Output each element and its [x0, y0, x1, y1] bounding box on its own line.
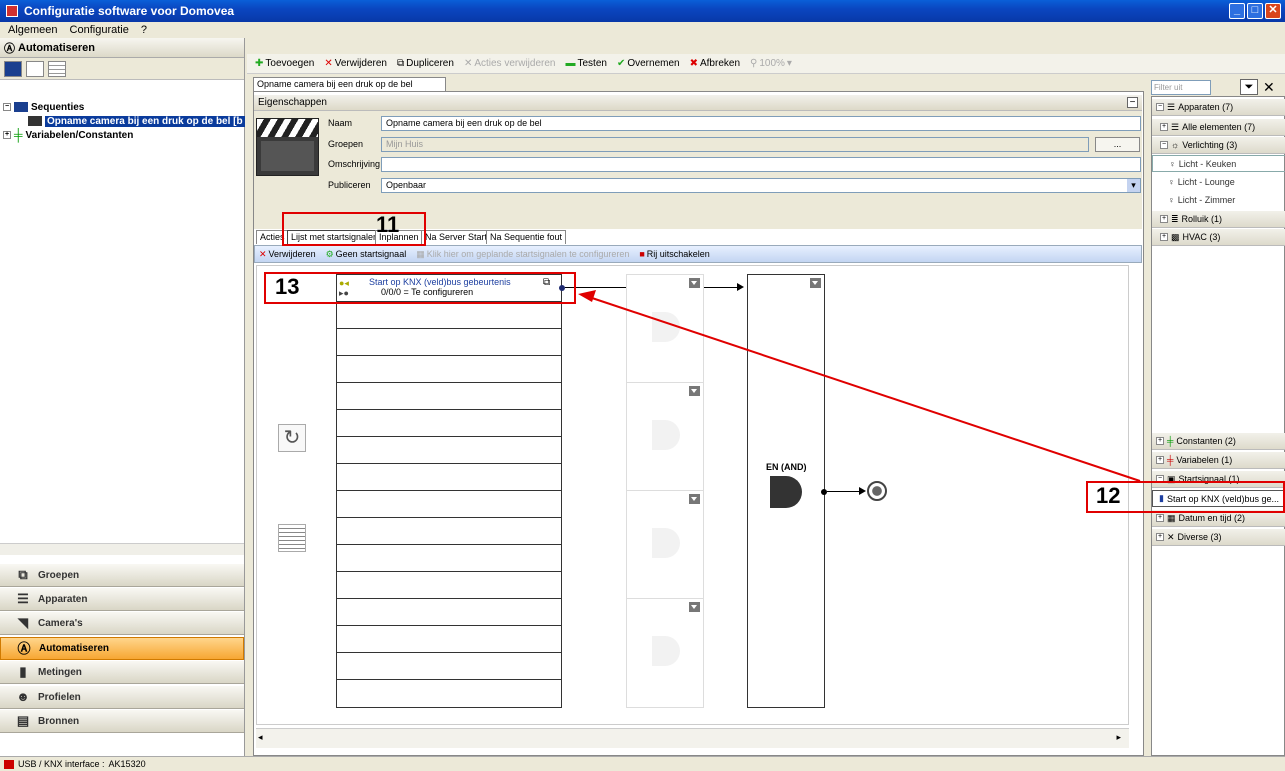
annotation-arrow-line: [591, 297, 1141, 482]
usb-icon: [4, 759, 14, 769]
annotation-arrow-head: [578, 290, 596, 302]
status-interface: USB / KNX interface :: [18, 759, 105, 769]
status-bar: USB / KNX interface : AK15320: [0, 756, 1285, 771]
annotation-arrow: [578, 290, 1141, 482]
status-device: AK15320: [108, 759, 146, 769]
